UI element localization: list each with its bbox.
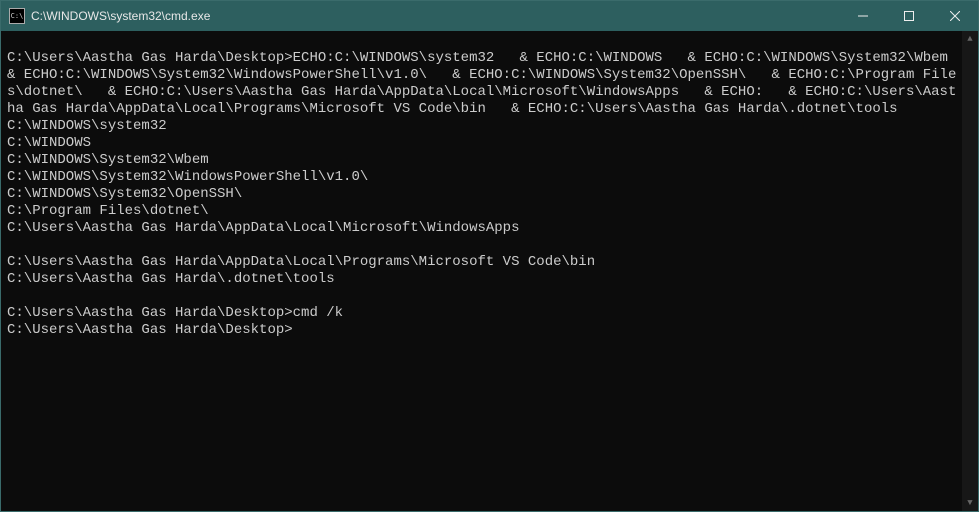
titlebar[interactable]: C:\ C:\WINDOWS\system32\cmd.exe	[1, 1, 978, 31]
vertical-scrollbar[interactable]: ▲ ▼	[962, 31, 978, 511]
scroll-up-icon[interactable]: ▲	[962, 31, 978, 47]
window-controls	[840, 1, 978, 31]
window-title: C:\WINDOWS\system32\cmd.exe	[31, 9, 840, 23]
cmd-window: C:\ C:\WINDOWS\system32\cmd.exe C:\Users…	[0, 0, 979, 512]
scroll-down-icon[interactable]: ▼	[962, 495, 978, 511]
maximize-icon	[904, 11, 914, 21]
close-icon	[950, 11, 960, 21]
app-icon: C:\	[9, 8, 25, 24]
maximize-button[interactable]	[886, 1, 932, 31]
minimize-icon	[858, 11, 868, 21]
terminal-output[interactable]: C:\Users\Aastha Gas Harda\Desktop>ECHO:C…	[1, 31, 962, 511]
minimize-button[interactable]	[840, 1, 886, 31]
close-button[interactable]	[932, 1, 978, 31]
terminal-area: C:\Users\Aastha Gas Harda\Desktop>ECHO:C…	[1, 31, 978, 511]
